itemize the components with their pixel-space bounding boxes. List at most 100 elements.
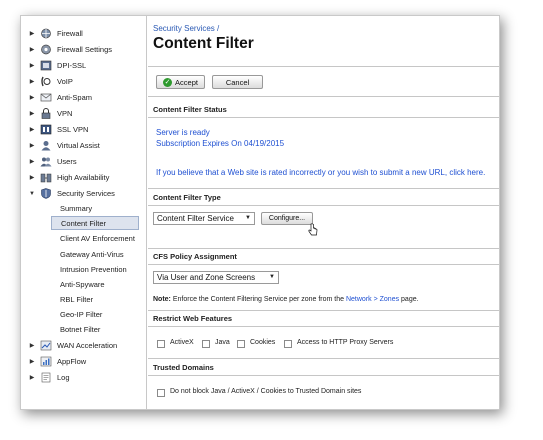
divider — [148, 358, 499, 359]
sidebar: ▶ Firewall ▶ Firewall Settings ▶ DPI-SSL… — [21, 16, 147, 409]
sidebar-item-label: AppFlow — [57, 357, 87, 366]
expand-arrow-icon[interactable]: ▶ — [27, 358, 37, 365]
policy-note: Note: Enforce the Content Filtering Serv… — [153, 296, 419, 303]
dpi-ssl-icon — [39, 60, 52, 72]
java-checkbox[interactable] — [202, 340, 210, 348]
server-status-text: Server is ready — [156, 128, 210, 137]
section-heading-restrict: Restrict Web Features — [153, 314, 233, 323]
cookies-checkbox[interactable] — [237, 340, 245, 348]
wan-acceleration-icon — [39, 340, 52, 352]
divider — [148, 326, 499, 327]
firewall-icon — [39, 28, 52, 40]
sidebar-item-firewall-settings[interactable]: ▶ Firewall Settings — [21, 42, 147, 57]
sidebar-item-wan-acceleration[interactable]: ▶ WAN Acceleration — [21, 338, 147, 353]
subscription-expiry-text: Subscription Expires On 04/19/2015 — [156, 139, 285, 148]
divider — [148, 66, 499, 67]
filter-type-select[interactable]: Content Filter Service ▼ — [153, 212, 255, 225]
sidebar-item-users[interactable]: ▶ Users — [21, 154, 147, 169]
expand-arrow-icon[interactable]: ▶ — [27, 78, 37, 85]
users-icon — [39, 156, 52, 168]
divider — [148, 96, 499, 97]
chevron-down-icon: ▼ — [269, 274, 275, 280]
sidebar-item-anti-spam[interactable]: ▶ Anti-Spam — [21, 90, 147, 105]
chevron-down-icon: ▼ — [245, 215, 251, 221]
sidebar-item-ssl-vpn[interactable]: ▶ SSL VPN — [21, 122, 147, 137]
sidebar-item-firewall[interactable]: ▶ Firewall — [21, 26, 147, 41]
expand-arrow-icon[interactable]: ▶ — [27, 158, 37, 165]
app-window: ▶ Firewall ▶ Firewall Settings ▶ DPI-SSL… — [20, 15, 500, 410]
expand-arrow-icon[interactable]: ▶ — [27, 142, 37, 149]
activex-checkbox[interactable] — [157, 340, 165, 348]
sidebar-item-log[interactable]: ▶ Log — [21, 370, 147, 385]
sidebar-item-label: Firewall — [57, 29, 83, 38]
mouse-cursor-icon — [308, 223, 318, 238]
note-text: Enforce the Content Filtering Service pe… — [170, 296, 346, 303]
sidebar-item-virtual-assist[interactable]: ▶ Virtual Assist — [21, 138, 147, 153]
trusted-domains-label: Do not block Java / ActiveX / Cookies to… — [170, 388, 362, 395]
expand-arrow-icon[interactable]: ▶ — [27, 110, 37, 117]
sidebar-item-voip[interactable]: ▶ VoIP — [21, 74, 147, 89]
filter-type-value: Content Filter Service — [157, 214, 234, 223]
sidebar-subitem-botnet-filter[interactable]: Botnet Filter — [51, 322, 139, 336]
sidebar-item-label: VoIP — [57, 77, 73, 86]
sidebar-item-dpi-ssl[interactable]: ▶ DPI-SSL — [21, 58, 147, 73]
breadcrumb[interactable]: Security Services / — [153, 24, 219, 33]
java-label: Java — [215, 339, 230, 346]
divider — [148, 188, 499, 189]
sidebar-subitem-content-filter[interactable]: Content Filter — [51, 216, 139, 230]
divider — [148, 205, 499, 206]
section-heading-trusted-domains: Trusted Domains — [153, 363, 214, 372]
sidebar-item-high-availability[interactable]: ▶ High Availability — [21, 170, 147, 185]
ssl-vpn-icon — [39, 124, 52, 136]
activex-label: ActiveX — [170, 339, 194, 346]
sidebar-item-security-services[interactable]: ▼ Security Services — [21, 186, 147, 201]
sidebar-item-label: Users — [57, 157, 77, 166]
section-heading-status: Content Filter Status — [153, 105, 227, 114]
sidebar-subitem-summary[interactable]: Summary — [51, 201, 139, 215]
configure-button[interactable]: Configure... — [261, 212, 313, 225]
report-rating-link[interactable]: If you believe that a Web site is rated … — [156, 168, 485, 177]
divider — [148, 248, 499, 249]
sidebar-subitem-gateway-anti-virus[interactable]: Gateway Anti-Virus — [51, 247, 139, 261]
divider — [148, 264, 499, 265]
high-availability-icon — [39, 172, 52, 184]
expand-arrow-icon[interactable]: ▶ — [27, 46, 37, 53]
sidebar-item-appflow[interactable]: ▶ AppFlow — [21, 354, 147, 369]
cancel-button[interactable]: Cancel — [212, 75, 263, 89]
policy-assignment-select[interactable]: Via User and Zone Screens ▼ — [153, 271, 279, 284]
expand-arrow-icon[interactable]: ▶ — [27, 94, 37, 101]
section-heading-filter-type: Content Filter Type — [153, 193, 221, 202]
sidebar-item-label: WAN Acceleration — [57, 341, 118, 350]
sidebar-item-vpn[interactable]: ▶ VPN — [21, 106, 147, 121]
log-icon — [39, 372, 52, 384]
expand-arrow-icon[interactable]: ▶ — [27, 30, 37, 37]
expand-arrow-icon[interactable]: ▶ — [27, 174, 37, 181]
accept-button[interactable]: ✓ Accept — [156, 75, 205, 89]
sidebar-subitem-anti-spyware[interactable]: Anti-Spyware — [51, 277, 139, 291]
sidebar-item-label: High Availability — [57, 173, 110, 182]
collapse-arrow-icon[interactable]: ▼ — [27, 191, 37, 197]
sidebar-subitem-intrusion-prevention[interactable]: Intrusion Prevention — [51, 262, 139, 276]
sidebar-subitem-client-av-enforcement[interactable]: Client AV Enforcement — [51, 231, 139, 245]
sidebar-subitem-rbl-filter[interactable]: RBL Filter — [51, 292, 139, 306]
page-title: Content Filter — [153, 35, 254, 52]
http-proxy-label: Access to HTTP Proxy Servers — [297, 339, 394, 346]
section-heading-cfs-policy: CFS Policy Assignment — [153, 252, 237, 261]
trusted-domains-checkbox[interactable] — [157, 389, 165, 397]
virtual-assist-icon — [39, 140, 52, 152]
http-proxy-checkbox[interactable] — [284, 340, 292, 348]
network-zones-link[interactable]: Network > Zones — [346, 296, 399, 303]
expand-arrow-icon[interactable]: ▶ — [27, 62, 37, 69]
security-services-icon — [39, 188, 52, 200]
expand-arrow-icon[interactable]: ▶ — [27, 126, 37, 133]
divider — [148, 310, 499, 311]
note-prefix: Note: — [153, 296, 171, 303]
sidebar-subitem-geo-ip-filter[interactable]: Geo-IP Filter — [51, 307, 139, 321]
appflow-icon — [39, 356, 52, 368]
expand-arrow-icon[interactable]: ▶ — [27, 342, 37, 349]
note-suffix: page. — [399, 296, 419, 303]
sidebar-item-label: Security Services — [57, 189, 115, 198]
sidebar-item-label: DPI-SSL — [57, 61, 87, 70]
sidebar-item-label: Anti-Spam — [57, 93, 93, 102]
expand-arrow-icon[interactable]: ▶ — [27, 374, 37, 381]
